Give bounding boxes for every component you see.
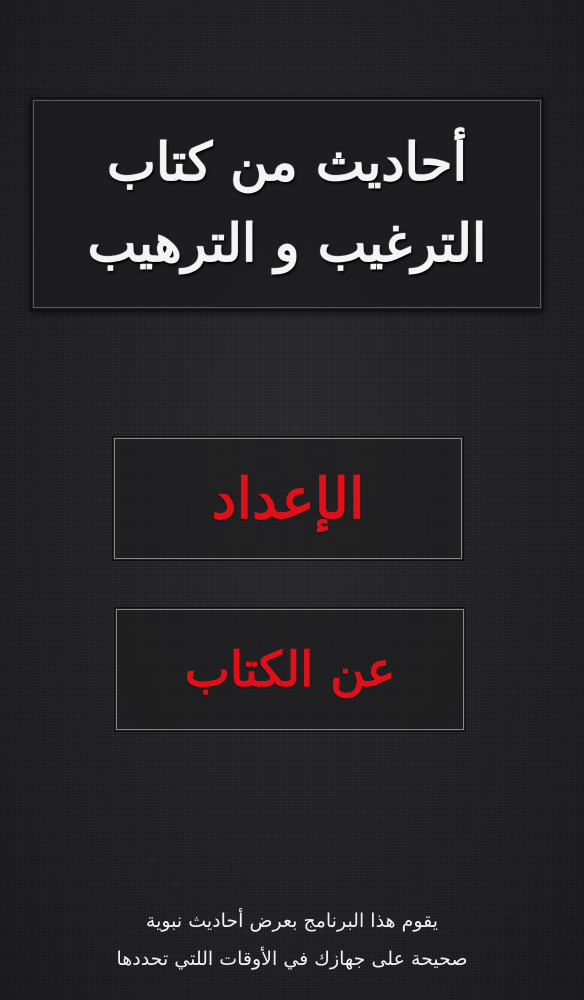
app-title-line-1: أحاديث من كتاب	[107, 132, 468, 194]
app-title-panel: أحاديث من كتاب الترغيب و الترهيب	[30, 97, 544, 311]
app-description-line-1: يقوم هذا البرنامج بعرض أحاديث نبوية	[145, 910, 439, 932]
app-description: يقوم هذا البرنامج بعرض أحاديث نبوية صحيح…	[20, 902, 564, 978]
settings-button-label: الإعداد	[211, 465, 365, 532]
about-book-button[interactable]: عن الكتاب	[114, 607, 466, 732]
settings-button[interactable]: الإعداد	[112, 436, 464, 561]
about-book-button-label: عن الكتاب	[184, 641, 396, 698]
app-description-line-2: صحيحة على جهازك في الأوقات اللتي تحددها	[116, 948, 468, 970]
app-title-line-2: الترغيب و الترهيب	[87, 213, 487, 274]
